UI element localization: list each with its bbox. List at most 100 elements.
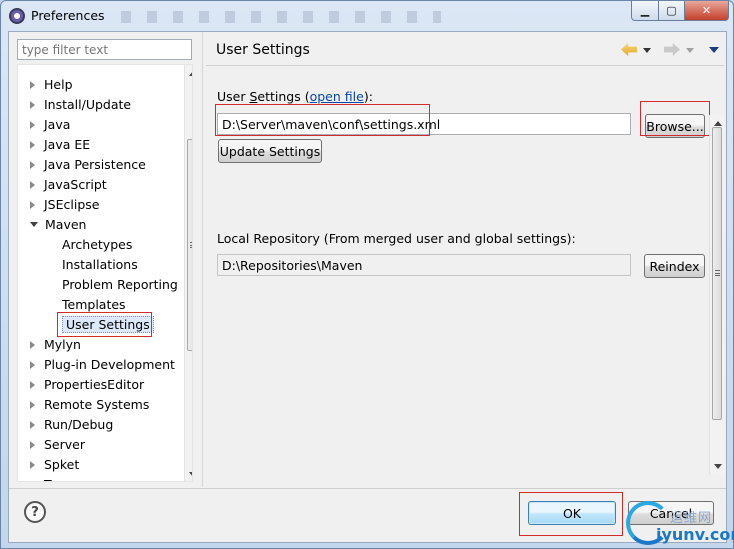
close-button[interactable]: ✕: [685, 1, 729, 21]
scroll-thumb[interactable]: [712, 127, 722, 420]
caption-buttons: ▁ ▢ ✕: [631, 1, 729, 21]
user-settings-label: User Settings (open file):: [217, 89, 373, 104]
expand-closed-icon[interactable]: [30, 460, 35, 469]
tree-item[interactable]: Run/Debug: [30, 415, 113, 435]
back-dropdown-icon[interactable]: [643, 48, 651, 53]
tree-item-label: Java EE: [44, 137, 91, 152]
tree-item-label: Problem Reporting: [62, 277, 178, 292]
expand-closed-icon[interactable]: [30, 180, 35, 189]
dialog-client-area: Team Spket Server Run/Debug Remote Systems Pr…: [8, 31, 727, 543]
tree-item[interactable]: Spket: [30, 455, 79, 475]
expand-closed-icon[interactable]: [30, 120, 35, 129]
tree-item[interactable]: Java EE: [30, 135, 90, 155]
tree-item[interactable]: Mylyn: [30, 335, 81, 355]
tree-item[interactable]: PropertiesEditor: [30, 375, 144, 395]
expand-closed-icon[interactable]: [30, 80, 35, 89]
scroll-up-icon[interactable]: [714, 121, 722, 126]
tree-item-label: PropertiesEditor: [44, 377, 145, 392]
tree-item[interactable]: Archetypes: [62, 235, 132, 255]
tree-item-label: Spket: [44, 457, 80, 472]
filter-input[interactable]: [17, 39, 192, 60]
tree-item[interactable]: Maven: [30, 215, 86, 235]
tree-item[interactable]: Remote Systems: [30, 395, 149, 415]
tree-item[interactable]: Problem Reporting: [62, 275, 178, 295]
watermark-text-en: iyunv.com: [656, 525, 734, 544]
expand-closed-icon[interactable]: [30, 100, 35, 109]
tree-item-label: Remote Systems: [44, 397, 150, 412]
tree-item-label: Mylyn: [44, 337, 81, 352]
expand-closed-icon[interactable]: [30, 440, 35, 449]
tree-item[interactable]: JavaScript: [30, 175, 107, 195]
tree-item[interactable]: Install/Update: [30, 95, 131, 115]
scroll-thumb[interactable]: [187, 139, 192, 351]
expand-closed-icon[interactable]: [30, 380, 35, 389]
preferences-tree[interactable]: Team Spket Server Run/Debug Remote Systems Pr…: [17, 64, 193, 482]
expand-closed-icon[interactable]: [30, 160, 35, 169]
footer-divider: [9, 488, 726, 489]
page-title: User Settings: [216, 42, 310, 58]
grip-icon: [715, 270, 720, 276]
site-watermark: 运维网 iyunv.com: [626, 499, 734, 549]
background-toolbar: [121, 11, 441, 23]
expand-closed-icon[interactable]: [30, 140, 35, 149]
tree-item-label: Run/Debug: [44, 417, 114, 432]
grip-icon: [190, 242, 192, 248]
expand-closed-icon[interactable]: [30, 360, 35, 369]
tree-item-label: Server: [44, 437, 85, 452]
tree-item-label: Maven: [45, 217, 87, 232]
local-repository-field: D:\Repositories\Maven: [217, 254, 631, 276]
page-navigation: [621, 42, 719, 58]
tree-item-label: Plug-in Development: [44, 357, 175, 372]
tree-item-label: JSEclipse: [44, 197, 100, 212]
local-repository-label: Local Repository (From merged user and g…: [217, 231, 576, 246]
expand-closed-icon[interactable]: [30, 480, 35, 481]
expand-closed-icon[interactable]: [30, 400, 35, 409]
expand-closed-icon[interactable]: [30, 340, 35, 349]
highlight-box: [519, 492, 623, 536]
page-header-divider: [206, 65, 724, 66]
page-scrollbar[interactable]: [709, 115, 724, 475]
expand-closed-icon[interactable]: [30, 420, 35, 429]
title-bar[interactable]: Preferences ▁ ▢ ✕: [1, 1, 733, 31]
pane-divider[interactable]: [202, 32, 205, 487]
view-menu-icon[interactable]: [709, 47, 719, 53]
preferences-window: Preferences ▁ ▢ ✕ Team Spket Server Run/Deb…: [0, 0, 734, 549]
tree-item-label: Templates: [62, 297, 126, 312]
tree-item-label: Java: [44, 117, 71, 132]
tree-item[interactable]: Help: [30, 75, 73, 95]
maximize-button[interactable]: ▢: [659, 1, 685, 21]
tree-item[interactable]: Java Persistence: [30, 155, 146, 175]
highlight-box: [57, 312, 152, 337]
tree-item[interactable]: Team: [30, 475, 77, 481]
highlight-box: [640, 101, 710, 136]
help-icon[interactable]: ?: [24, 501, 46, 523]
tree-item-label: JavaScript: [44, 177, 107, 192]
scroll-down-icon[interactable]: [714, 464, 722, 469]
user-settings-page: User Settings (open file): D:\Server\mav…: [206, 67, 724, 484]
tree-item-label: Java Persistence: [44, 157, 146, 172]
watermark-text-cn: 运维网: [670, 511, 713, 526]
tree-item[interactable]: JSEclipse: [30, 195, 99, 215]
scroll-up-icon[interactable]: [189, 71, 192, 76]
eclipse-icon: [9, 8, 25, 24]
expand-closed-icon[interactable]: [30, 200, 35, 209]
back-arrow-icon[interactable]: [621, 43, 637, 56]
update-settings-button[interactable]: Update Settings: [218, 139, 322, 163]
tree-item[interactable]: Java: [30, 115, 70, 135]
tree-item[interactable]: Server: [30, 435, 85, 455]
scroll-down-icon[interactable]: [189, 472, 192, 477]
tree-item[interactable]: Installations: [62, 255, 138, 275]
tree-item-label: Archetypes: [62, 237, 133, 252]
forward-dropdown-icon[interactable]: [686, 48, 694, 53]
tree-scrollbar[interactable]: [184, 65, 192, 481]
tree-item-label: Team: [44, 477, 77, 481]
open-file-link[interactable]: open file: [310, 89, 364, 104]
tree-item[interactable]: Plug-in Development: [30, 355, 175, 375]
tree-item-label: Installations: [62, 257, 138, 272]
expand-open-icon[interactable]: [30, 222, 38, 227]
minimize-button[interactable]: ▁: [631, 1, 659, 21]
tree-item-label: Install/Update: [44, 97, 132, 112]
forward-arrow-icon[interactable]: [664, 43, 680, 56]
window-title: Preferences: [31, 8, 105, 23]
reindex-button[interactable]: Reindex: [644, 254, 705, 278]
